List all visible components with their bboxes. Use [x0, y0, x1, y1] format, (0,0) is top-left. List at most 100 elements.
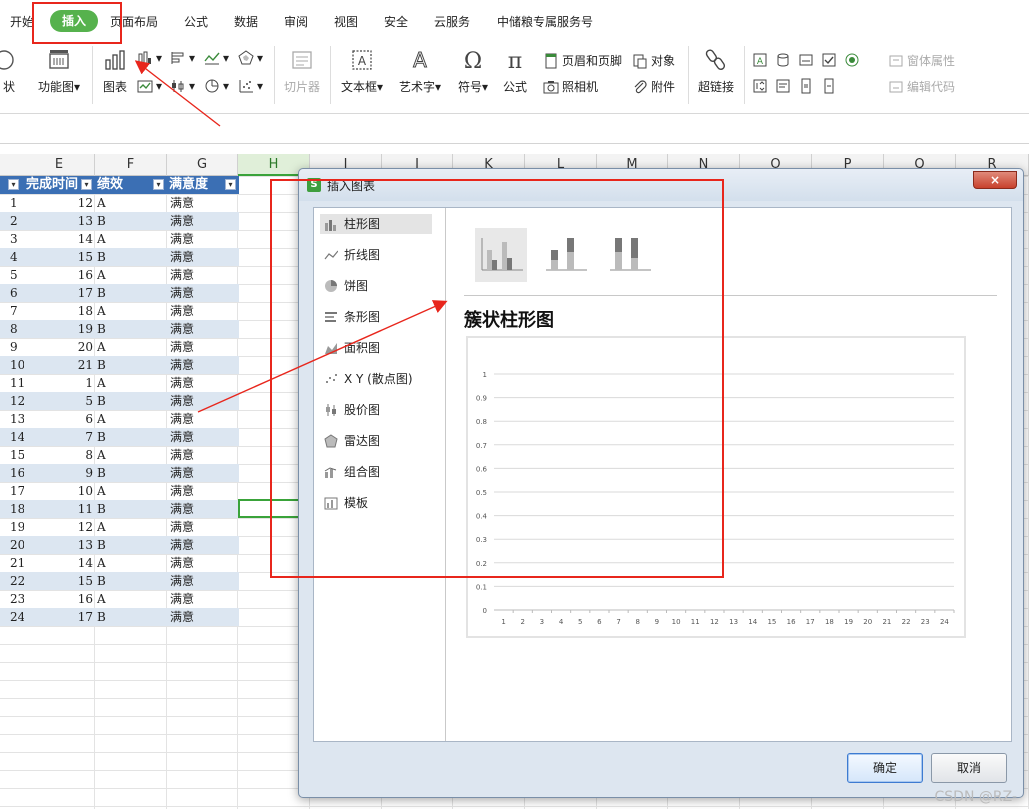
category-stock-chart[interactable]: 股价图	[320, 400, 432, 420]
column-header-G[interactable]: G	[167, 154, 238, 176]
category-combo-chart[interactable]: 组合图	[320, 462, 432, 482]
bar-chart-dropdown[interactable]: ▾	[170, 50, 195, 66]
formula-bar[interactable]	[0, 116, 1029, 144]
table-row[interactable]: 14 7 B 满意	[0, 428, 239, 446]
table-row[interactable]: 11 1 A 满意	[0, 374, 239, 392]
dialog-title-bar[interactable]: S 插入图表 ×	[299, 169, 1023, 201]
table-row[interactable]: 21 14 A 满意	[0, 554, 239, 572]
subtype-clustered-column[interactable]	[475, 228, 527, 282]
listbox-control-icon[interactable]	[775, 78, 791, 94]
camera-button[interactable]: 照相机	[543, 78, 598, 95]
table-row[interactable]: 1 12 A 满意	[0, 194, 239, 212]
line-chart-icon	[324, 250, 338, 260]
symbol-label: 符号▾	[457, 80, 489, 94]
formula-label: 公式	[502, 80, 527, 94]
tab-8[interactable]: 云服务	[434, 13, 470, 30]
table-row[interactable]: 3 14 A 满意	[0, 230, 239, 248]
symbol-button[interactable]: Ω 符号▾	[455, 48, 491, 95]
category-bar-chart[interactable]: 条形图	[320, 307, 432, 327]
subtype-stacked-column[interactable]	[539, 228, 591, 282]
tab-7[interactable]: 安全	[384, 13, 408, 30]
area-chart-dropdown[interactable]: ▾	[137, 78, 162, 94]
header-footer-button[interactable]: 页眉和页脚	[543, 52, 622, 69]
shape-button[interactable]: 状	[0, 48, 24, 95]
chart-button[interactable]: 图表	[100, 48, 130, 95]
table-row[interactable]: 15 8 A 满意	[0, 446, 239, 464]
table-row[interactable]: 7 18 A 满意	[0, 302, 239, 320]
edit-code-button[interactable]: 编辑代码	[888, 78, 955, 95]
table-row[interactable]: 16 9 B 满意	[0, 464, 239, 482]
stock-chart-dropdown[interactable]: ▾	[170, 78, 195, 94]
attachment-button[interactable]: 附件	[632, 78, 675, 95]
table-row[interactable]: 20 13 B 满意	[0, 536, 239, 554]
filter-dropdown-icon[interactable]: ▾	[225, 179, 236, 190]
label-control-icon[interactable]: A	[752, 52, 768, 68]
form-properties-button[interactable]: 窗体属性	[888, 52, 955, 69]
table-row[interactable]: 8 19 B 满意	[0, 320, 239, 338]
tab-3[interactable]: 公式	[184, 13, 208, 30]
wordart-button[interactable]: A 艺术字▾	[396, 48, 444, 95]
scrollbar-control-icon[interactable]	[798, 78, 814, 94]
spinner-control-icon[interactable]	[752, 78, 768, 94]
combobox-control-icon[interactable]	[775, 52, 791, 68]
table-row[interactable]: 2 13 B 满意	[0, 212, 239, 230]
column-header-E[interactable]: E	[24, 154, 95, 176]
scatter-chart-dropdown[interactable]: ▾	[238, 78, 263, 94]
groupbox-control-icon[interactable]	[798, 52, 814, 68]
table-row[interactable]: 10 21 B 满意	[0, 356, 239, 374]
active-cell[interactable]	[238, 499, 300, 518]
function-chart-button[interactable]: 功能图▾	[36, 48, 82, 95]
line-chart-dropdown[interactable]: ▾	[204, 50, 229, 66]
table-row[interactable]: 4 15 B 满意	[0, 248, 239, 266]
combo-chart-icon	[324, 467, 337, 478]
table-row[interactable]: 24 17 B 满意	[0, 608, 239, 626]
radio-control-icon[interactable]	[844, 52, 860, 68]
row-index-cell: 22	[10, 574, 24, 588]
ok-button[interactable]: 确定	[847, 753, 923, 783]
filter-dropdown-icon[interactable]: ▾	[8, 179, 19, 190]
tab-9[interactable]: 中储粮专属服务号	[497, 13, 593, 30]
table-row[interactable]: 6 17 B 满意	[0, 284, 239, 302]
tab-5[interactable]: 审阅	[284, 13, 308, 30]
row-index-cell: 8	[10, 322, 18, 336]
tab-0[interactable]: 开始	[10, 13, 34, 30]
tab-6[interactable]: 视图	[334, 13, 358, 30]
button-control-icon[interactable]	[821, 78, 837, 94]
category-pie-chart[interactable]: 饼图	[320, 276, 432, 296]
hyperlink-button[interactable]: 超链接	[696, 48, 736, 95]
clipper-button[interactable]: 切片器	[282, 48, 322, 95]
table-row[interactable]: 18 11 B 满意	[0, 500, 239, 518]
category-column-chart[interactable]: 柱形图	[320, 214, 432, 234]
category-template[interactable]: 模板	[320, 493, 432, 513]
table-row[interactable]: 13 6 A 满意	[0, 410, 239, 428]
textbox-button[interactable]: A 文本框▾	[338, 48, 386, 95]
filter-dropdown-icon[interactable]: ▾	[81, 179, 92, 190]
table-row[interactable]: 23 16 A 满意	[0, 590, 239, 608]
tab-1[interactable]: 插入	[50, 10, 99, 32]
category-scatter-chart[interactable]: X Y (散点图)	[320, 369, 432, 389]
column-header-F[interactable]: F	[95, 154, 167, 176]
tab-2[interactable]: 页面布局	[110, 13, 158, 30]
category-line-chart[interactable]: 折线图	[320, 245, 432, 265]
cancel-button[interactable]: 取消	[931, 753, 1007, 783]
subtype-percent-stacked-column[interactable]	[603, 228, 655, 282]
object-button[interactable]: 对象	[632, 52, 675, 69]
camera-icon	[543, 80, 559, 93]
radar-chart-dropdown[interactable]: ▾	[238, 50, 263, 66]
table-row[interactable]: 5 16 A 满意	[0, 266, 239, 284]
table-row[interactable]: 12 5 B 满意	[0, 392, 239, 410]
category-area-chart[interactable]: 面积图	[320, 338, 432, 358]
pie-chart-dropdown[interactable]: ▾	[204, 78, 229, 94]
formula-button[interactable]: π 公式	[499, 48, 531, 95]
checkbox-control-icon[interactable]	[821, 52, 837, 68]
filter-dropdown-icon[interactable]: ▾	[153, 179, 164, 190]
table-row[interactable]: 9 20 A 满意	[0, 338, 239, 356]
category-radar-chart[interactable]: 雷达图	[320, 431, 432, 451]
column-chart-dropdown[interactable]: ▾	[137, 50, 162, 66]
table-row[interactable]: 19 12 A 满意	[0, 518, 239, 536]
table-row[interactable]: 22 15 B 满意	[0, 572, 239, 590]
tab-4[interactable]: 数据	[234, 13, 258, 30]
row-index-cell: 19	[10, 520, 24, 534]
close-button[interactable]: ×	[973, 171, 1017, 189]
table-row[interactable]: 17 10 A 满意	[0, 482, 239, 500]
